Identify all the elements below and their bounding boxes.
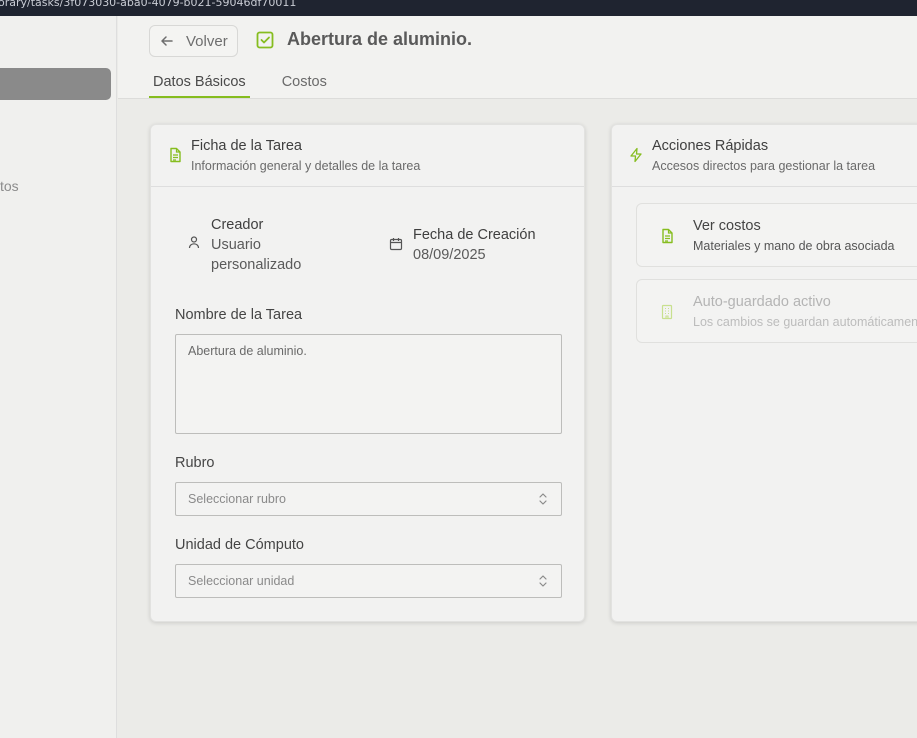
- ficha-card-header: Ficha de la Tarea Información general y …: [151, 125, 584, 187]
- created-value: 08/09/2025: [413, 247, 486, 263]
- rubro-placeholder: Seleccionar rubro: [188, 492, 286, 506]
- back-button-label: Volver: [186, 32, 228, 50]
- building-icon: [661, 304, 673, 320]
- autosave-action: Auto-guardado activo Los cambios se guar…: [636, 279, 917, 343]
- user-icon: [188, 236, 200, 249]
- rubro-label: Rubro: [175, 455, 215, 471]
- ficha-title: Ficha de la Tarea: [191, 138, 302, 154]
- autosave-title: Auto-guardado activo: [693, 294, 831, 310]
- main-content: Volver Abertura de aluminio. Datos Básic…: [118, 16, 917, 738]
- url-text: orary/tasks/3f073030-aba0-4079-b021-5904…: [0, 0, 297, 9]
- ver-costos-subtitle: Materiales y mano de obra asociada: [693, 239, 895, 253]
- acciones-card-header: Acciones Rápidas Accesos directos para g…: [612, 125, 917, 187]
- acciones-card: Acciones Rápidas Accesos directos para g…: [611, 124, 917, 622]
- ficha-card: Ficha de la Tarea Información general y …: [150, 124, 585, 622]
- browser-topbar: orary/tasks/3f073030-aba0-4079-b021-5904…: [0, 0, 917, 16]
- title-area: Abertura de aluminio.: [255, 29, 472, 50]
- unidad-select[interactable]: Seleccionar unidad: [175, 564, 562, 598]
- page-header: Volver Abertura de aluminio. Datos Básic…: [118, 16, 917, 99]
- ver-costos-action[interactable]: Ver costos Materiales y mano de obra aso…: [636, 203, 917, 267]
- created-label: Fecha de Creación: [413, 227, 536, 243]
- acciones-title: Acciones Rápidas: [652, 138, 769, 154]
- document-icon: [170, 147, 181, 163]
- creator-value: Usuario personalizado: [211, 237, 302, 273]
- chevron-up-down-icon: [539, 575, 547, 587]
- unidad-label: Unidad de Cómputo: [175, 537, 304, 553]
- sidebar-active-item[interactable]: [0, 68, 111, 100]
- tab-costos[interactable]: Costos: [278, 72, 331, 98]
- chevron-up-down-icon: [539, 493, 547, 505]
- task-name-input[interactable]: Abertura de aluminio.: [175, 334, 562, 434]
- sidebar: tos: [0, 16, 117, 738]
- autosave-subtitle: Los cambios se guardan automáticamente: [693, 315, 917, 329]
- page-title: Abertura de aluminio.: [287, 29, 473, 49]
- task-name-label: Nombre de la Tarea: [175, 307, 303, 323]
- document-icon: [662, 228, 673, 244]
- checkbox-check-icon: [256, 31, 274, 48]
- creator-info: Creador Usuario personalizado: [187, 215, 321, 275]
- tab-bar: Datos Básicos Costos: [149, 72, 331, 98]
- acciones-subtitle: Accesos directos para gestionar la tarea: [652, 159, 876, 173]
- created-date-info: Fecha de Creación 08/09/2025: [389, 225, 536, 265]
- unidad-placeholder: Seleccionar unidad: [188, 574, 295, 588]
- tab-datos-basicos[interactable]: Datos Básicos: [149, 72, 250, 98]
- lightning-icon: [630, 147, 642, 163]
- calendar-icon: [389, 238, 403, 251]
- arrow-left-icon: [161, 36, 173, 46]
- ver-costos-title: Ver costos: [693, 218, 761, 234]
- creator-label: Creador: [211, 217, 264, 233]
- ficha-subtitle: Información general y detalles de la tar…: [191, 159, 421, 173]
- sidebar-item-label[interactable]: tos: [0, 178, 19, 194]
- rubro-select[interactable]: Seleccionar rubro: [175, 482, 562, 516]
- back-button[interactable]: Volver: [149, 25, 238, 57]
